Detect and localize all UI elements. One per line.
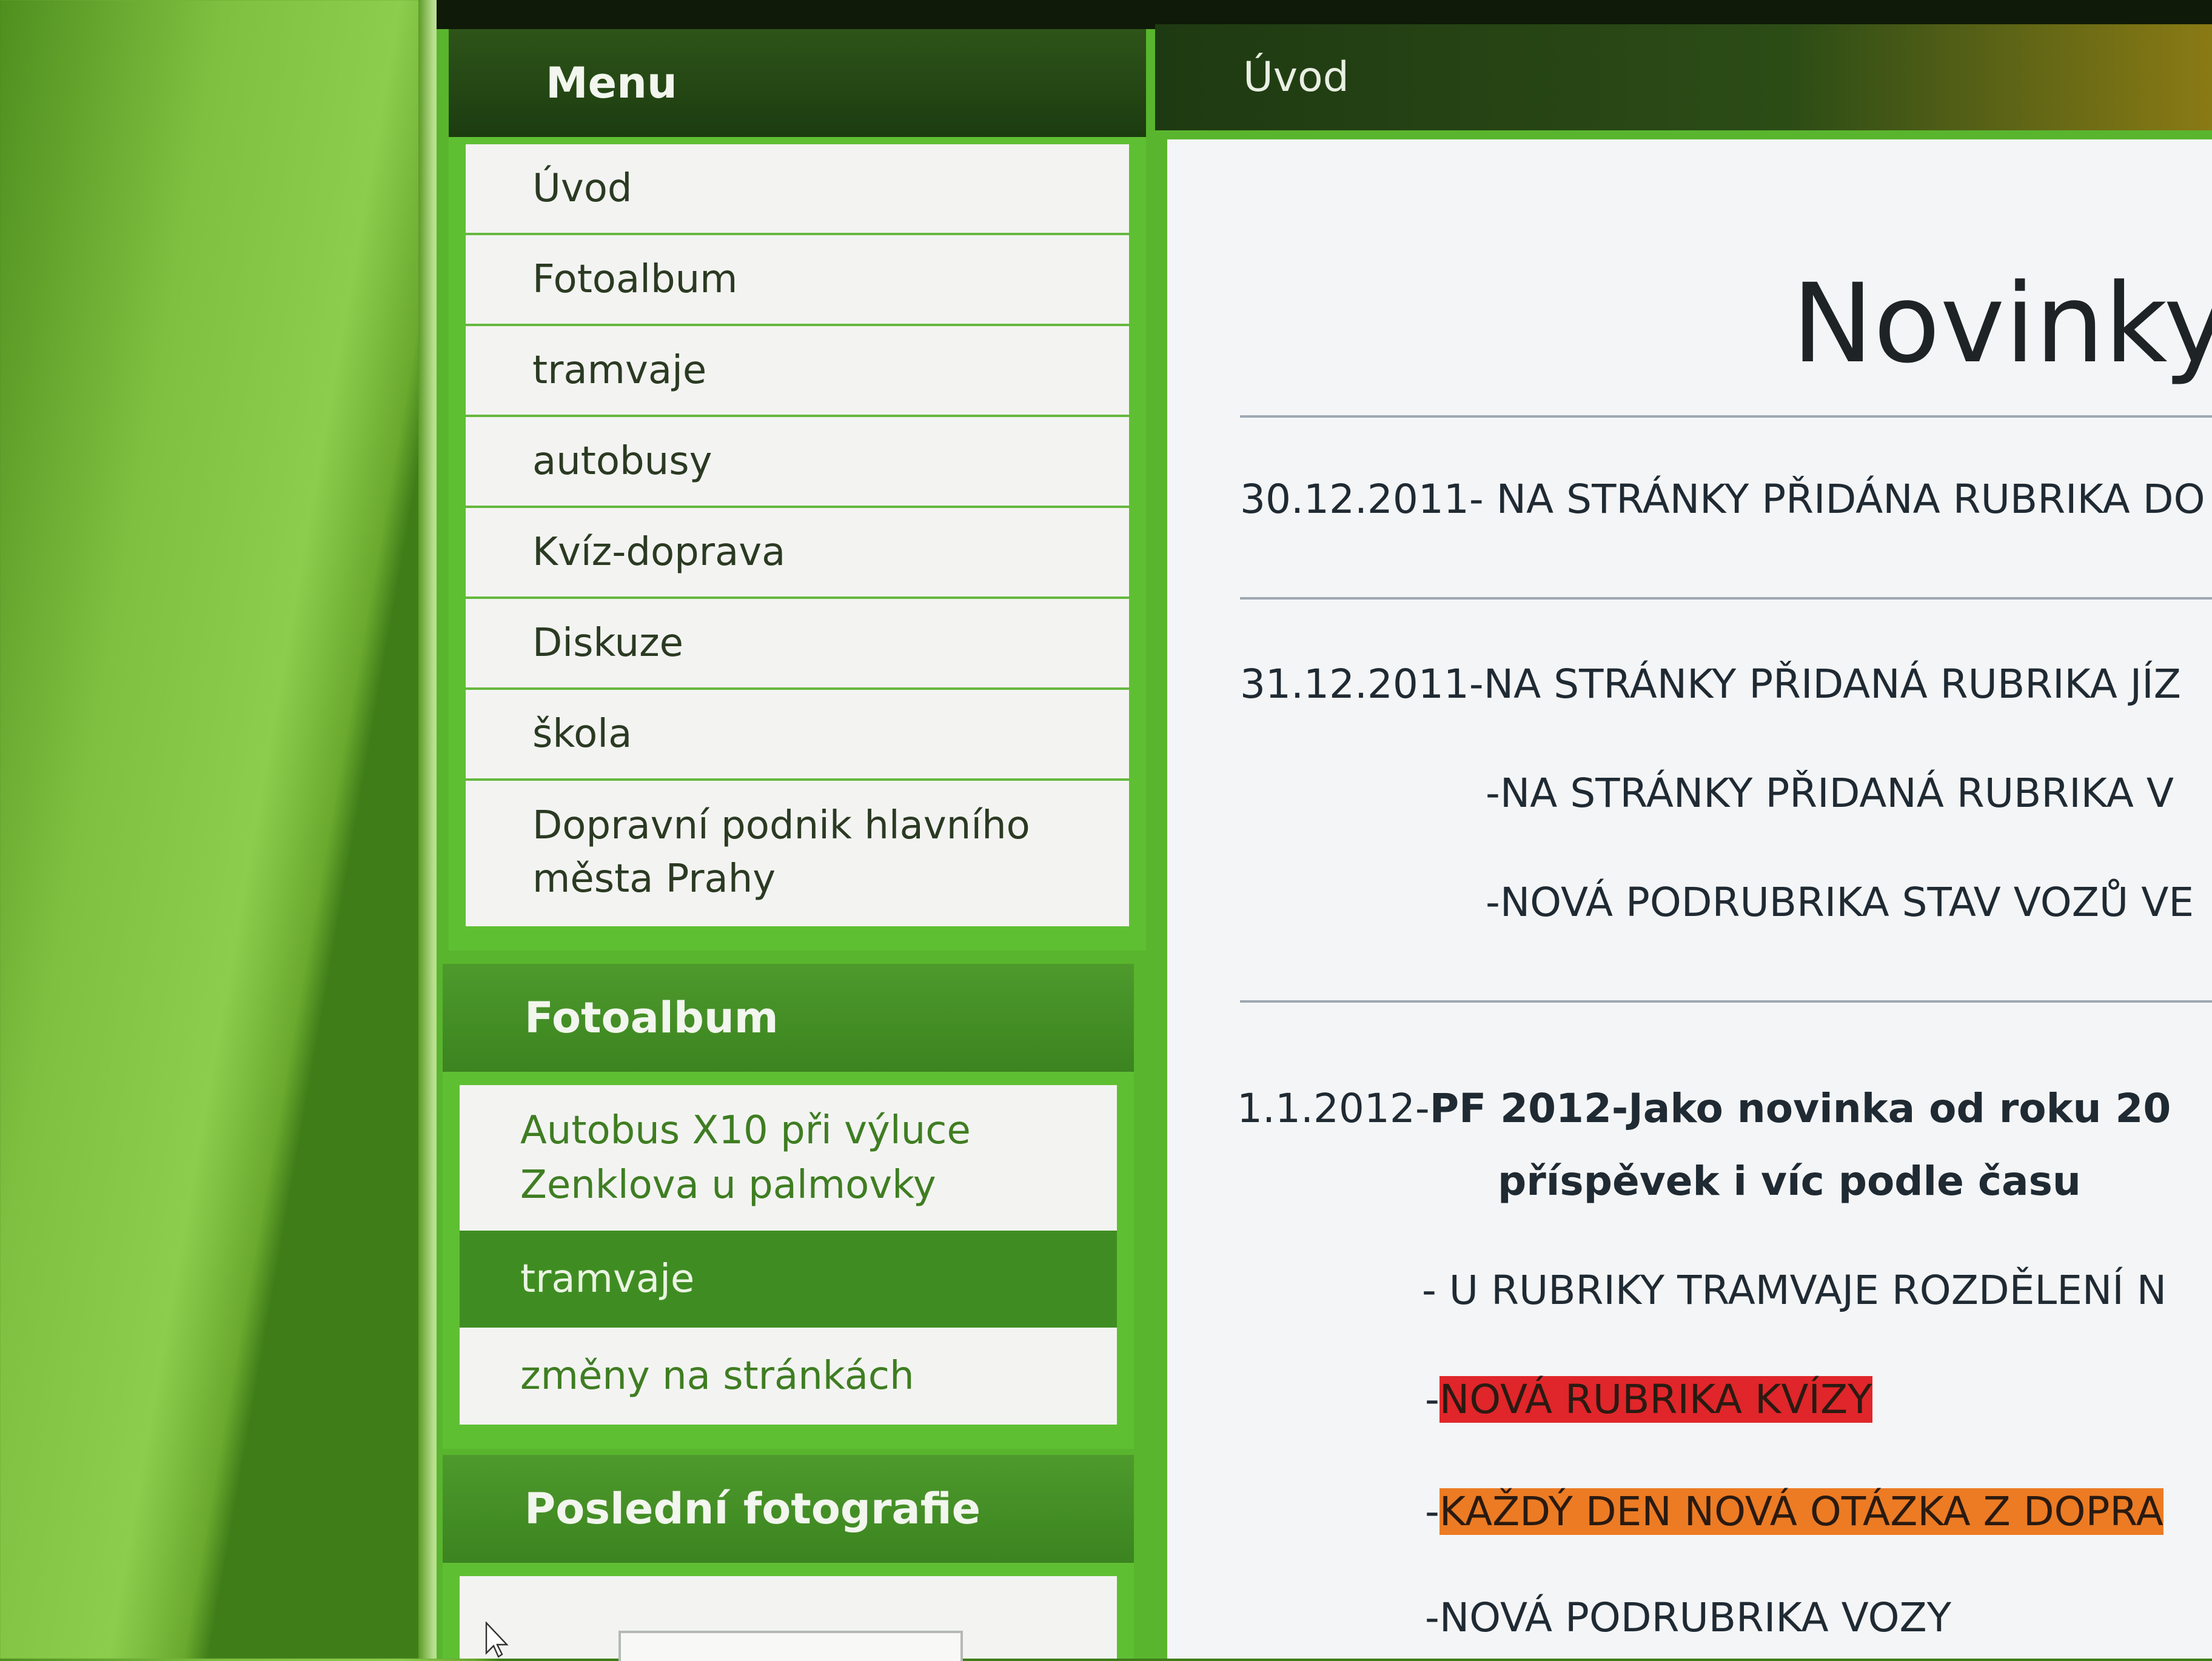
news-line: -NOVÁ RUBRIKA KVÍZY bbox=[1425, 1376, 1872, 1423]
highlight-orange: KAŽDÝ DEN NOVÁ OTÁZKA Z DOPRA bbox=[1439, 1488, 2163, 1535]
divider bbox=[1240, 597, 2212, 600]
news-line: 1.1.2012-PF 2012-Jako novinka od roku 20 bbox=[1237, 1085, 2171, 1132]
fotoalbum-list: Autobus X10 při výluce Zenklova u palmov… bbox=[460, 1085, 1117, 1425]
fotoalbum-title: Fotoalbum bbox=[443, 964, 1134, 1072]
fotoalbum-item-autobus-x10[interactable]: Autobus X10 při výluce Zenklova u palmov… bbox=[460, 1085, 1117, 1231]
news-line: -NOVÁ PODRUBRIKA VOZY bbox=[1425, 1594, 1952, 1641]
menu-item-fotoalbum[interactable]: Fotoalbum bbox=[466, 235, 1129, 326]
news-line: -NOVÁ PODRUBRIKA STAV VOZŮ VE bbox=[1486, 879, 2194, 926]
news-line: příspěvek i víc podle času bbox=[1498, 1158, 2081, 1205]
news-line: -NA STRÁNKY PŘIDANÁ RUBRIKA V bbox=[1486, 770, 2174, 817]
menu-title: Menu bbox=[449, 29, 1146, 137]
highlight-red: NOVÁ RUBRIKA KVÍZY bbox=[1439, 1376, 1872, 1423]
news-prefix: - bbox=[1425, 1376, 1439, 1423]
news-line: -KAŽDÝ DEN NOVÁ OTÁZKA Z DOPRA bbox=[1425, 1488, 2163, 1535]
news-bold-text: PF 2012-Jako novinka od roku 20 bbox=[1429, 1085, 2171, 1132]
menu-item-skola[interactable]: škola bbox=[466, 690, 1129, 781]
divider bbox=[1240, 1000, 2212, 1003]
menu-item-diskuze[interactable]: Diskuze bbox=[466, 599, 1129, 690]
breadcrumb: Úvod bbox=[1155, 24, 2212, 130]
last-photos-title: Poslední fotografie bbox=[443, 1455, 1134, 1563]
news-line: - U RUBRIKY TRAMVAJE ROZDĚLENÍ N bbox=[1422, 1267, 2167, 1314]
cursor-icon bbox=[485, 1622, 509, 1658]
fotoalbum-item-zmeny[interactable]: změny na stránkách bbox=[460, 1328, 1117, 1425]
last-photos-panel: Poslední fotografie bbox=[443, 1455, 1134, 1659]
menu-item-kviz-doprava[interactable]: Kvíz-doprava bbox=[466, 508, 1129, 599]
page-title: Novinky bbox=[1792, 261, 2212, 387]
photo-thumbnail[interactable] bbox=[618, 1631, 963, 1661]
browser-screen: Menu Úvod Fotoalbum tramvaje autobusy Kv… bbox=[437, 0, 2212, 1661]
news-content: Novinky 30.12.2011- NA STRÁNKY PŘIDÁNA R… bbox=[1167, 139, 2212, 1659]
news-line: 31.12.2011-NA STRÁNKY PŘIDANÁ RUBRIKA JÍ… bbox=[1240, 661, 2181, 707]
news-prefix: - bbox=[1425, 1488, 1439, 1535]
news-line: 30.12.2011- NA STRÁNKY PŘIDÁNA RUBRIKA D… bbox=[1240, 476, 2205, 523]
menu-panel: Menu Úvod Fotoalbum tramvaje autobusy Kv… bbox=[449, 29, 1146, 951]
fotoalbum-panel: Fotoalbum Autobus X10 při výluce Zenklov… bbox=[443, 964, 1134, 1449]
news-date: 1.1.2012- bbox=[1237, 1085, 1430, 1132]
menu-item-autobusy[interactable]: autobusy bbox=[466, 417, 1129, 508]
menu-item-dpp[interactable]: Dopravní podnik hlavního města Prahy bbox=[466, 781, 1129, 924]
menu-list: Úvod Fotoalbum tramvaje autobusy Kvíz-do… bbox=[466, 144, 1129, 926]
menu-item-tramvaje[interactable]: tramvaje bbox=[466, 326, 1129, 417]
menu-item-uvod[interactable]: Úvod bbox=[466, 144, 1129, 235]
fotoalbum-item-tramvaje[interactable]: tramvaje bbox=[460, 1231, 1117, 1328]
divider bbox=[1240, 415, 2212, 418]
